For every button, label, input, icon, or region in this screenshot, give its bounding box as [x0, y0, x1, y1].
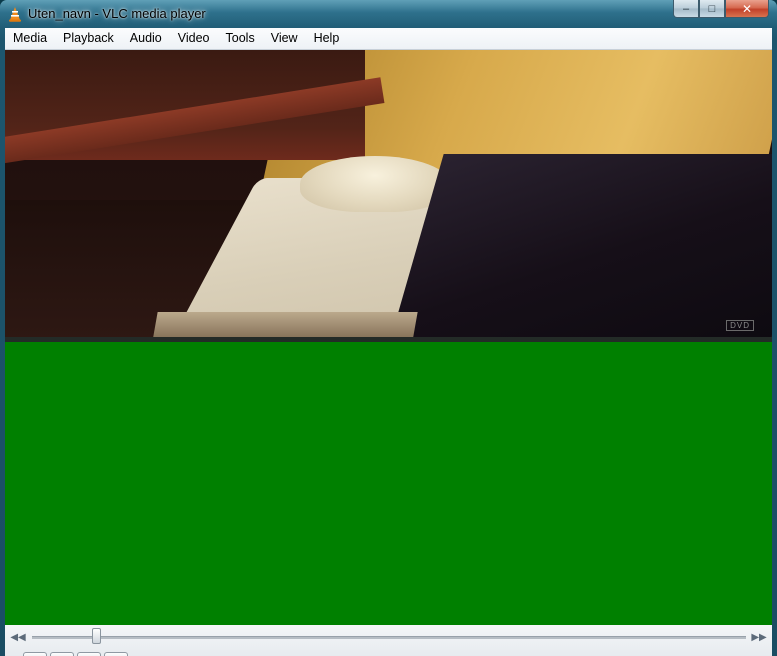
- menu-help[interactable]: Help: [306, 28, 348, 49]
- fast-forward-icon[interactable]: ▶▶: [751, 630, 766, 644]
- menu-audio[interactable]: Audio: [122, 28, 170, 49]
- menu-tools[interactable]: Tools: [218, 28, 263, 49]
- seek-slider-handle[interactable]: [92, 628, 102, 644]
- play-button[interactable]: [23, 652, 47, 656]
- video-frame[interactable]: DVD: [5, 50, 772, 337]
- menu-playback[interactable]: Playback: [55, 28, 122, 49]
- menu-video[interactable]: Video: [170, 28, 218, 49]
- window-title: Uten_navn - VLC media player: [28, 6, 206, 21]
- menu-media[interactable]: Media: [5, 28, 55, 49]
- video-device-screen: [386, 154, 772, 337]
- seek-bar[interactable]: [32, 636, 746, 639]
- maximize-button[interactable]: □: [699, 0, 725, 18]
- menu-bar: Media Playback Audio Video Tools View He…: [5, 28, 772, 50]
- vlc-cone-icon: [9, 7, 21, 22]
- control-buttons-row: [23, 652, 128, 656]
- minimize-button[interactable]: –: [673, 0, 699, 18]
- video-output-area[interactable]: [5, 342, 772, 625]
- previous-button[interactable]: [77, 652, 101, 656]
- menu-view[interactable]: View: [263, 28, 306, 49]
- video-logo: DVD: [726, 320, 754, 331]
- video-device-dome: [300, 156, 450, 212]
- video-device-base: [152, 312, 418, 337]
- playback-controls: ◀◀ ▶▶: [5, 625, 772, 656]
- next-button[interactable]: [104, 652, 128, 656]
- close-button[interactable]: ✕: [725, 0, 769, 18]
- stop-button[interactable]: [50, 652, 74, 656]
- title-bar[interactable]: Uten_navn - VLC media player – □ ✕: [0, 0, 777, 28]
- vlc-window: Uten_navn - VLC media player – □ ✕ Media…: [0, 0, 777, 656]
- rewind-icon[interactable]: ◀◀: [10, 630, 25, 644]
- window-controls: – □ ✕: [673, 0, 769, 19]
